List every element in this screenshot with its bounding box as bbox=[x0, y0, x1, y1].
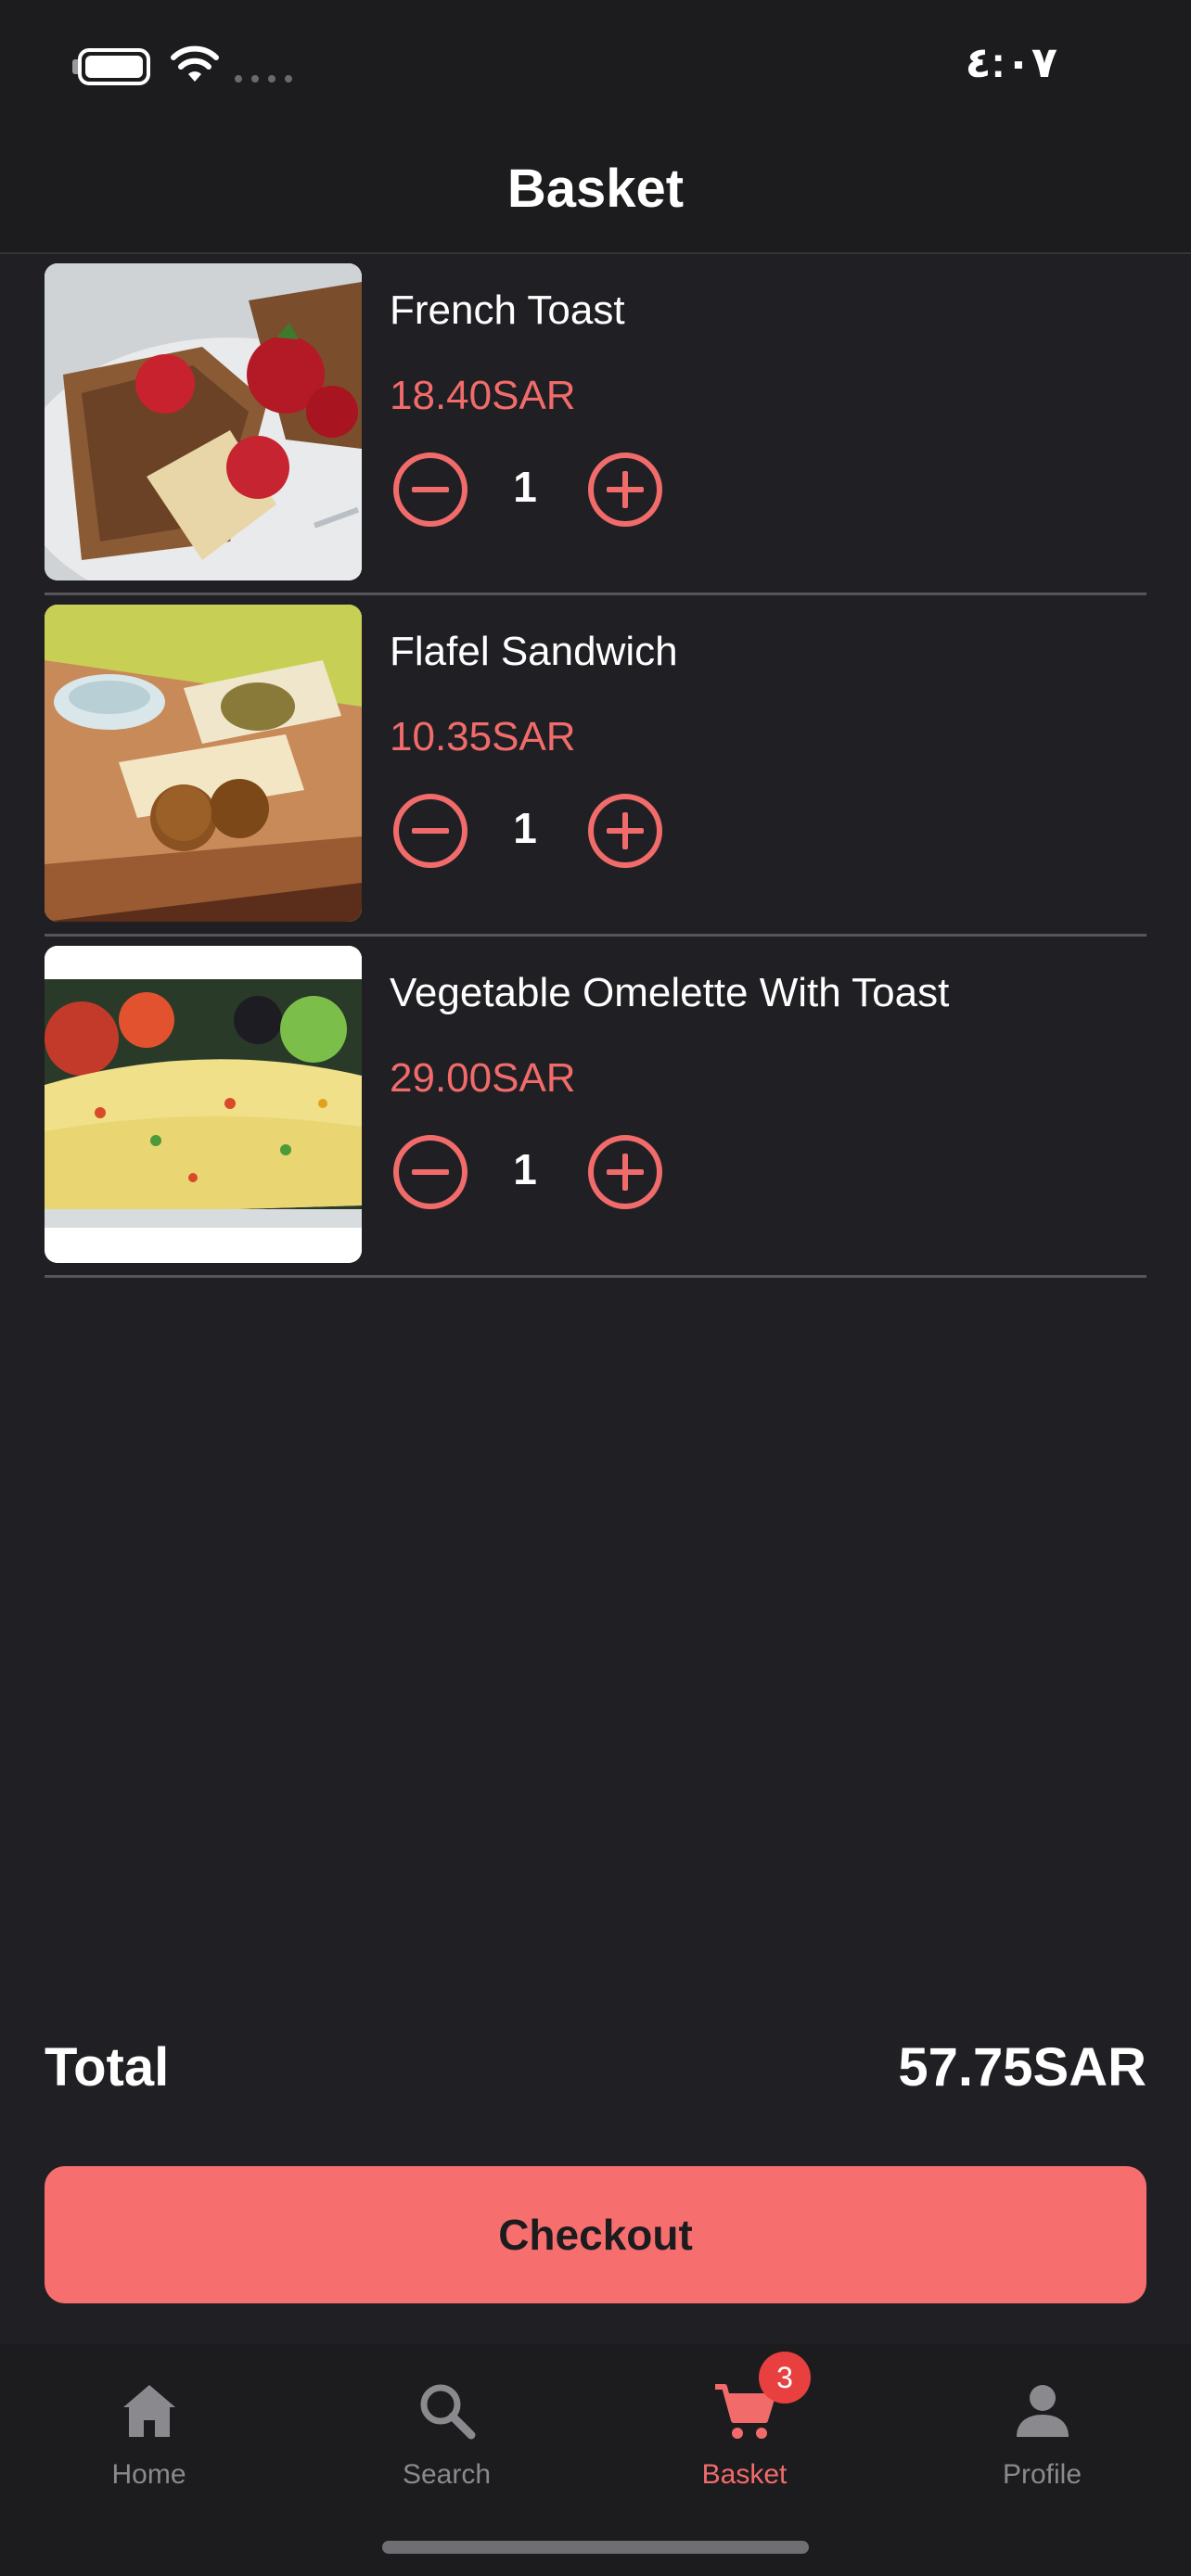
home-icon bbox=[122, 2385, 175, 2437]
increase-quantity-button[interactable] bbox=[586, 792, 664, 870]
home-indicator[interactable] bbox=[382, 2541, 809, 2554]
tab-label: Profile bbox=[1002, 2459, 1082, 2490]
quantity-value: 1 bbox=[513, 804, 537, 852]
tab-home[interactable]: Home bbox=[0, 2363, 298, 2502]
tab-profile[interactable]: Profile bbox=[893, 2363, 1191, 2502]
battery-cap bbox=[72, 59, 78, 74]
basket-item: Vegetable Omelette With Toast 29.00SAR 1 bbox=[45, 937, 1146, 1278]
total-value: 57.75SAR bbox=[898, 2037, 1146, 2098]
battery-icon bbox=[78, 48, 150, 85]
item-price: 18.40SAR bbox=[390, 373, 576, 418]
quantity-value: 1 bbox=[513, 463, 537, 511]
quantity-value: 1 bbox=[513, 1145, 537, 1193]
page-title: Basket bbox=[506, 159, 685, 219]
decrease-quantity-button[interactable] bbox=[391, 792, 469, 870]
basket-item: French Toast 18.40SAR 1 bbox=[45, 254, 1146, 595]
item-price: 10.35SAR bbox=[390, 714, 576, 759]
increase-quantity-button[interactable] bbox=[586, 451, 664, 529]
increase-quantity-button[interactable] bbox=[586, 1133, 664, 1211]
tab-label: Home bbox=[111, 2459, 186, 2490]
status-time: ٤:٠٧ bbox=[965, 38, 1057, 86]
person-icon bbox=[1016, 2385, 1069, 2437]
tab-label: Search bbox=[402, 2459, 492, 2490]
signal-strength-icon bbox=[235, 75, 292, 83]
decrease-quantity-button[interactable] bbox=[391, 451, 469, 529]
decrease-quantity-button[interactable] bbox=[391, 1133, 469, 1211]
status-bar: ٤:٠٧ bbox=[0, 0, 1191, 139]
tab-search[interactable]: Search bbox=[298, 2363, 596, 2502]
item-name: Vegetable Omelette With Toast bbox=[390, 970, 950, 1015]
tab-label: Basket bbox=[701, 2459, 788, 2490]
checkout-button[interactable]: Checkout bbox=[45, 2166, 1146, 2303]
french-toast-photo bbox=[45, 263, 362, 580]
item-name: Flafel Sandwich bbox=[390, 629, 678, 674]
item-name: French Toast bbox=[390, 287, 625, 333]
item-price: 29.00SAR bbox=[390, 1055, 576, 1101]
total-label: Total bbox=[45, 2037, 170, 2098]
basket-item: Flafel Sandwich 10.35SAR 1 bbox=[45, 595, 1146, 937]
basket-screen: ٤:٠٧ Basket French Toast 18.40SAR 1 Flaf… bbox=[0, 0, 1191, 2576]
omelette-photo bbox=[45, 946, 362, 1263]
tab-basket[interactable]: Basket bbox=[596, 2363, 893, 2502]
header: Basket bbox=[0, 139, 1191, 254]
cart-count-badge: 3 bbox=[759, 2352, 811, 2404]
search-icon bbox=[420, 2384, 475, 2440]
falafel-sandwich-photo bbox=[45, 605, 362, 922]
wifi-icon bbox=[171, 45, 219, 82]
